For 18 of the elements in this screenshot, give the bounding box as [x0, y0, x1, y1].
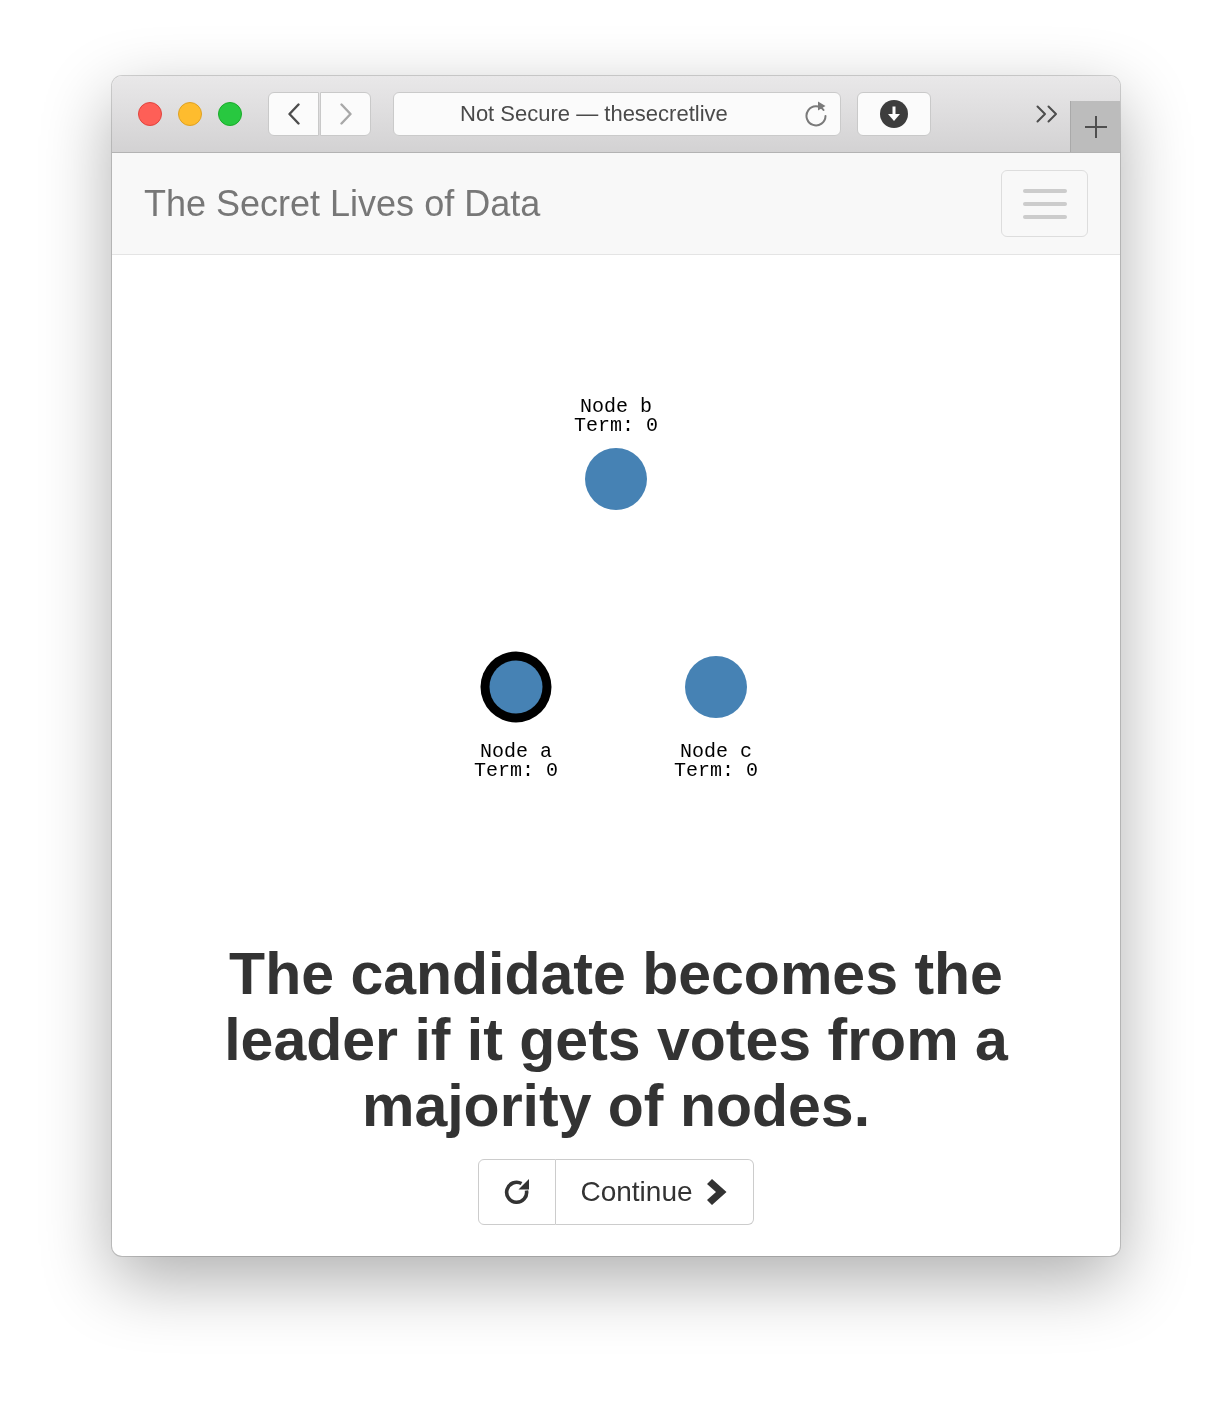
double-chevron-icon[interactable] [1036, 105, 1058, 123]
caption-heading: The candidate becomes the leader if it gets votes from a majority of nodes. [223, 941, 1010, 1139]
plus-icon [1084, 115, 1107, 138]
site-title-link[interactable]: The Secret Lives of Data [144, 182, 541, 225]
refresh-icon [503, 1178, 532, 1206]
continue-button[interactable]: Continue [556, 1159, 754, 1225]
restart-button[interactable] [478, 1159, 557, 1225]
download-icon [880, 100, 908, 128]
menu-icon [1022, 188, 1067, 219]
url-text: Not Secure — thesecretlive [460, 101, 729, 127]
back-button[interactable] [268, 92, 319, 136]
reload-icon[interactable] [804, 101, 828, 127]
close-icon[interactable] [138, 102, 162, 126]
chevron-right-icon [706, 1179, 727, 1205]
fullscreen-icon[interactable] [218, 102, 242, 126]
download-button[interactable] [857, 92, 931, 136]
address-field[interactable]: Not Secure — thesecretlive [393, 92, 841, 136]
new-tab-button[interactable] [1070, 101, 1120, 152]
